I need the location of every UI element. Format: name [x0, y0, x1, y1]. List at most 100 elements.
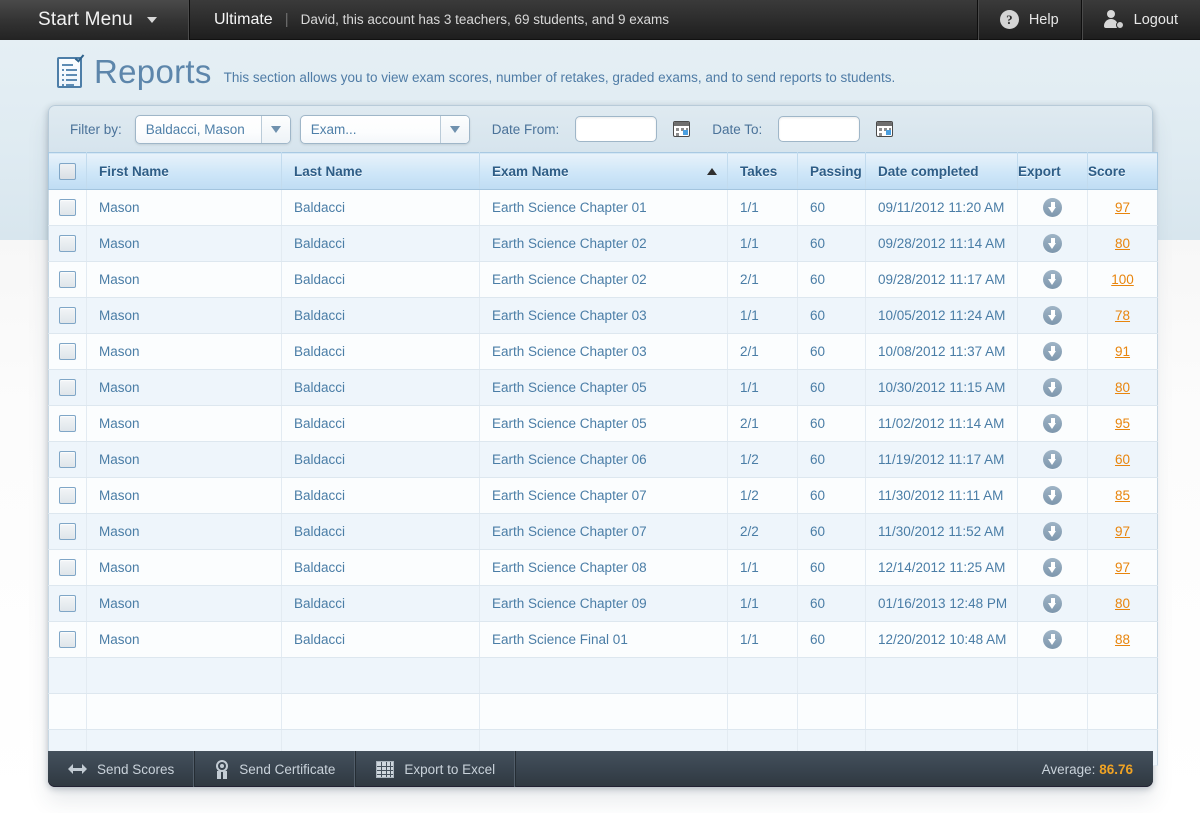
score-link[interactable]: 97	[1115, 200, 1130, 215]
table-row[interactable]: MasonBaldacciEarth Science Chapter 022/1…	[49, 262, 1158, 298]
start-menu-button[interactable]: Start Menu	[0, 0, 190, 40]
row-select-cell[interactable]	[49, 190, 87, 226]
column-header-passing[interactable]: Passing	[798, 153, 866, 190]
cell-export[interactable]	[1018, 298, 1088, 334]
row-checkbox[interactable]	[59, 271, 76, 288]
table-row[interactable]: MasonBaldacciEarth Science Chapter 061/2…	[49, 442, 1158, 478]
cell-score[interactable]: 91	[1088, 334, 1158, 370]
row-checkbox[interactable]	[59, 379, 76, 396]
cell-score[interactable]: 80	[1088, 226, 1158, 262]
score-link[interactable]: 100	[1111, 272, 1134, 287]
download-export-icon[interactable]	[1043, 594, 1062, 613]
cell-export[interactable]	[1018, 586, 1088, 622]
row-checkbox[interactable]	[59, 451, 76, 468]
row-select-cell[interactable]	[49, 622, 87, 658]
send-scores-button[interactable]: Send Scores	[48, 751, 195, 787]
score-link[interactable]: 78	[1115, 308, 1130, 323]
download-export-icon[interactable]	[1043, 630, 1062, 649]
logout-button[interactable]: Logout	[1081, 0, 1200, 40]
select-all-header[interactable]	[49, 153, 87, 190]
table-row[interactable]: MasonBaldacciEarth Science Chapter 021/1…	[49, 226, 1158, 262]
download-export-icon[interactable]	[1043, 558, 1062, 577]
cell-export[interactable]	[1018, 622, 1088, 658]
cell-score[interactable]: 88	[1088, 622, 1158, 658]
date-from-input[interactable]	[575, 116, 657, 142]
column-header-score[interactable]: Score	[1088, 153, 1158, 190]
score-link[interactable]: 95	[1115, 416, 1130, 431]
table-row[interactable]: MasonBaldacciEarth Science Chapter 071/2…	[49, 478, 1158, 514]
cell-score[interactable]: 78	[1088, 298, 1158, 334]
score-link[interactable]: 97	[1115, 560, 1130, 575]
cell-score[interactable]: 97	[1088, 550, 1158, 586]
cell-export[interactable]	[1018, 550, 1088, 586]
date-from-calendar-icon[interactable]	[673, 121, 690, 137]
score-link[interactable]: 85	[1115, 488, 1130, 503]
row-select-cell[interactable]	[49, 262, 87, 298]
row-checkbox[interactable]	[59, 307, 76, 324]
row-checkbox[interactable]	[59, 631, 76, 648]
row-select-cell[interactable]	[49, 586, 87, 622]
column-header-date-completed[interactable]: Date completed	[866, 153, 1018, 190]
download-export-icon[interactable]	[1043, 378, 1062, 397]
download-export-icon[interactable]	[1043, 198, 1062, 217]
cell-export[interactable]	[1018, 226, 1088, 262]
column-header-export[interactable]: Export	[1018, 153, 1088, 190]
cell-score[interactable]: 100	[1088, 262, 1158, 298]
score-link[interactable]: 88	[1115, 632, 1130, 647]
date-to-input[interactable]	[778, 116, 860, 142]
cell-export[interactable]	[1018, 370, 1088, 406]
row-select-cell[interactable]	[49, 226, 87, 262]
table-row[interactable]: MasonBaldacciEarth Science Chapter 031/1…	[49, 298, 1158, 334]
score-link[interactable]: 97	[1115, 524, 1130, 539]
exam-filter-select[interactable]: Exam...	[300, 115, 470, 144]
download-export-icon[interactable]	[1043, 342, 1062, 361]
export-to-excel-button[interactable]: Export to Excel	[356, 751, 516, 787]
row-checkbox[interactable]	[59, 199, 76, 216]
help-button[interactable]: ? Help	[977, 0, 1081, 40]
row-select-cell[interactable]	[49, 298, 87, 334]
cell-score[interactable]: 80	[1088, 586, 1158, 622]
cell-score[interactable]: 85	[1088, 478, 1158, 514]
cell-export[interactable]	[1018, 478, 1088, 514]
table-row[interactable]: MasonBaldacciEarth Science Final 011/160…	[49, 622, 1158, 658]
cell-score[interactable]: 97	[1088, 514, 1158, 550]
cell-score[interactable]: 80	[1088, 370, 1158, 406]
row-checkbox[interactable]	[59, 235, 76, 252]
row-checkbox[interactable]	[59, 343, 76, 360]
download-export-icon[interactable]	[1043, 522, 1062, 541]
exam-filter-chevron-down-icon[interactable]	[440, 116, 469, 143]
row-select-cell[interactable]	[49, 406, 87, 442]
cell-export[interactable]	[1018, 334, 1088, 370]
column-header-last-name[interactable]: Last Name	[282, 153, 480, 190]
cell-export[interactable]	[1018, 442, 1088, 478]
download-export-icon[interactable]	[1043, 450, 1062, 469]
column-header-exam-name[interactable]: Exam Name	[480, 153, 728, 190]
cell-export[interactable]	[1018, 406, 1088, 442]
table-row[interactable]: MasonBaldacciEarth Science Chapter 032/1…	[49, 334, 1158, 370]
download-export-icon[interactable]	[1043, 270, 1062, 289]
row-checkbox[interactable]	[59, 487, 76, 504]
score-link[interactable]: 91	[1115, 344, 1130, 359]
row-checkbox[interactable]	[59, 559, 76, 576]
row-select-cell[interactable]	[49, 514, 87, 550]
row-select-cell[interactable]	[49, 442, 87, 478]
score-link[interactable]: 80	[1115, 596, 1130, 611]
table-row[interactable]: MasonBaldacciEarth Science Chapter 081/1…	[49, 550, 1158, 586]
cell-score[interactable]: 97	[1088, 190, 1158, 226]
column-header-first-name[interactable]: First Name	[87, 153, 282, 190]
row-checkbox[interactable]	[59, 415, 76, 432]
column-header-takes[interactable]: Takes	[728, 153, 798, 190]
cell-export[interactable]	[1018, 190, 1088, 226]
cell-score[interactable]: 60	[1088, 442, 1158, 478]
table-row[interactable]: MasonBaldacciEarth Science Chapter 011/1…	[49, 190, 1158, 226]
download-export-icon[interactable]	[1043, 414, 1062, 433]
row-select-cell[interactable]	[49, 478, 87, 514]
table-row[interactable]: MasonBaldacciEarth Science Chapter 091/1…	[49, 586, 1158, 622]
row-checkbox[interactable]	[59, 523, 76, 540]
row-select-cell[interactable]	[49, 370, 87, 406]
cell-export[interactable]	[1018, 514, 1088, 550]
table-row[interactable]: MasonBaldacciEarth Science Chapter 072/2…	[49, 514, 1158, 550]
download-export-icon[interactable]	[1043, 234, 1062, 253]
cell-score[interactable]: 95	[1088, 406, 1158, 442]
student-filter-chevron-down-icon[interactable]	[261, 116, 290, 143]
